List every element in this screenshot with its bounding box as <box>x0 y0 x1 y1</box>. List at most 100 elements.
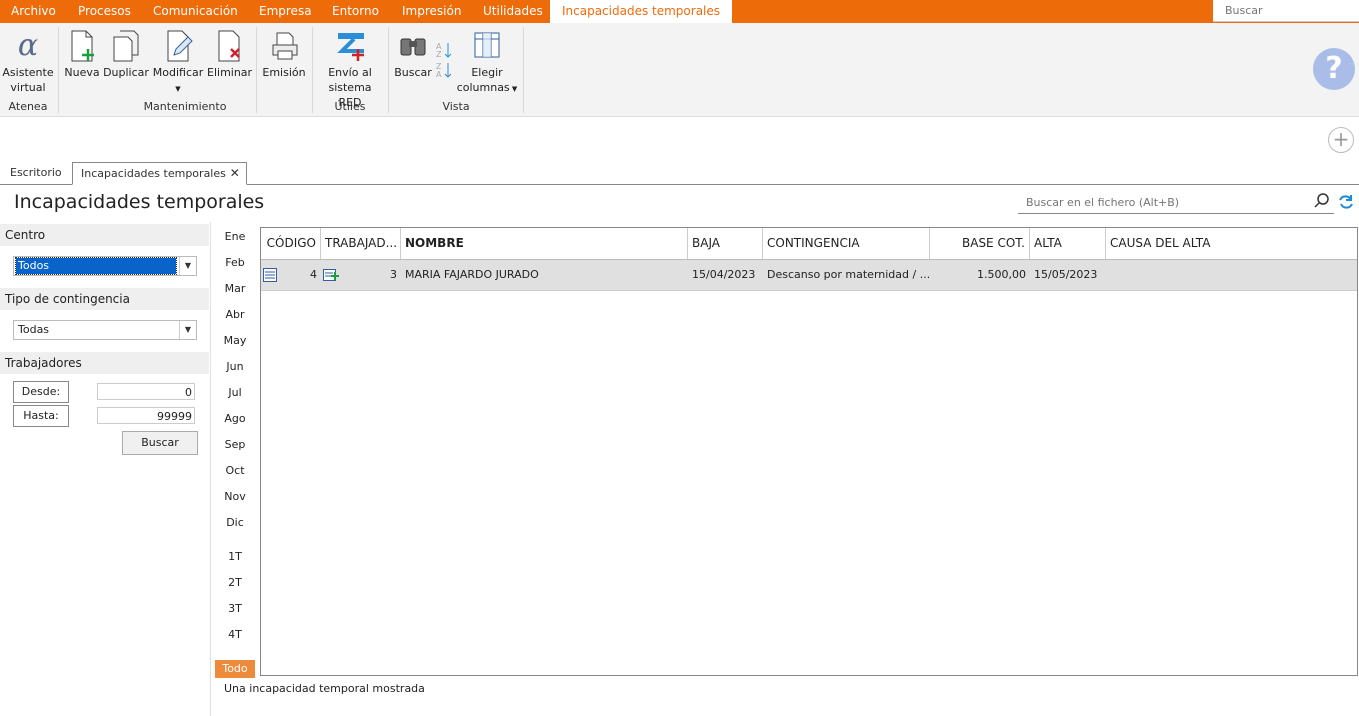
elegir-label-2: columnas <box>456 81 510 94</box>
col-contingencia[interactable]: CONTINGENCIA <box>763 228 930 259</box>
nueva-label: Nueva <box>64 66 100 79</box>
centro-value: Todos <box>15 257 177 275</box>
tab-incapacidades[interactable]: Incapacidades temporales ✕ <box>72 162 247 185</box>
close-icon[interactable]: ✕ <box>230 163 240 184</box>
sort-az-icon[interactable]: AZZA <box>434 39 454 79</box>
menu-procesos[interactable]: Procesos <box>78 0 131 23</box>
period-2t[interactable]: 2T <box>215 574 255 592</box>
period-may[interactable]: May <box>215 332 255 350</box>
data-grid: CÓDIGO TRABAJAD... NOMBRE BAJA CONTINGEN… <box>260 227 1358 676</box>
cell-baja: 15/04/2023 <box>692 268 756 281</box>
ribbon-separator <box>523 27 524 113</box>
period-ago[interactable]: Ago <box>215 410 255 428</box>
desde-label: Desde: <box>13 381 69 403</box>
buscar-ribbon-label: Buscar <box>394 66 432 79</box>
period-todo[interactable]: Todo <box>215 660 255 678</box>
refresh-icon[interactable] <box>1338 194 1354 210</box>
alpha-icon: α <box>17 28 39 63</box>
edit-document-icon <box>167 30 193 62</box>
help-icon[interactable]: ? <box>1313 48 1355 90</box>
eliminar-button[interactable]: Eliminar <box>207 29 252 80</box>
cell-base-cot: 1.500,00 <box>977 268 1026 281</box>
menu-utilidades[interactable]: Utilidades <box>483 0 543 23</box>
table-row[interactable]: 4 3 MARIA FAJARDO JURADO 15/04/2023 Desc… <box>261 260 1357 291</box>
svg-text:A: A <box>436 70 442 79</box>
elegir-columnas-button[interactable]: Elegir columnas ▼ <box>456 29 518 97</box>
period-mar[interactable]: Mar <box>215 280 255 298</box>
period-1t[interactable]: 1T <box>215 548 255 566</box>
file-search[interactable] <box>1018 191 1334 214</box>
period-oct[interactable]: Oct <box>215 462 255 480</box>
modificar-button[interactable]: Modificar ▼ <box>152 29 204 97</box>
col-alta[interactable]: ALTA <box>1030 228 1106 259</box>
global-search-input[interactable] <box>1223 0 1357 21</box>
duplicar-button[interactable]: Duplicar <box>103 29 149 80</box>
buscar-button[interactable]: Buscar <box>122 431 198 455</box>
trabajadores-header: Trabajadores <box>0 352 209 374</box>
menu-empresa[interactable]: Empresa <box>259 0 312 23</box>
group-mantenimiento: Mantenimiento <box>143 100 227 113</box>
columns-icon <box>474 32 500 58</box>
col-base-cot[interactable]: BASE COT. <box>930 228 1030 259</box>
nueva-button[interactable]: Nueva <box>64 29 100 80</box>
envio-label-1: Envío al <box>328 66 372 79</box>
group-utiles: Útiles <box>334 100 366 113</box>
binoculars-icon <box>400 38 426 56</box>
chevron-down-icon[interactable]: ▼ <box>179 321 196 339</box>
envio-sistema-red-button[interactable]: Envío al sistema RED <box>316 29 384 110</box>
contingencia-header: Tipo de contingencia <box>0 288 209 310</box>
buscar-ribbon-button[interactable]: Buscar <box>394 29 432 80</box>
period-sep[interactable]: Sep <box>215 436 255 454</box>
centro-select[interactable]: Todos ▼ <box>13 256 197 276</box>
cell-contingencia: Descanso por maternidad / ... <box>767 268 930 281</box>
cell-codigo: 4 <box>310 268 317 281</box>
global-search[interactable] <box>1213 0 1359 22</box>
contingencia-select[interactable]: Todas ▼ <box>13 320 197 340</box>
menu-bar: Archivo Procesos Comunicación Empresa En… <box>0 0 1359 23</box>
emision-label: Emisión <box>262 66 306 79</box>
period-nov[interactable]: Nov <box>215 488 255 506</box>
period-dic[interactable]: Dic <box>215 514 255 532</box>
col-causa-alta[interactable]: CAUSA DEL ALTA <box>1106 228 1357 259</box>
period-feb[interactable]: Feb <box>215 254 255 272</box>
period-4t[interactable]: 4T <box>215 626 255 644</box>
tab-escritorio[interactable]: Escritorio <box>2 162 70 183</box>
cell-nombre: MARIA FAJARDO JURADO <box>405 268 539 281</box>
col-baja[interactable]: BAJA <box>688 228 763 259</box>
modificar-label: Modificar <box>152 66 204 79</box>
menu-archivo[interactable]: Archivo <box>11 0 56 23</box>
hasta-input[interactable]: 99999 <box>97 407 195 424</box>
period-abr[interactable]: Abr <box>215 306 255 324</box>
menu-impresion[interactable]: Impresión <box>402 0 461 23</box>
elegir-label-1: Elegir <box>471 66 503 79</box>
menu-context-tab[interactable]: Incapacidades temporales <box>550 0 732 23</box>
period-jul[interactable]: Jul <box>215 384 255 402</box>
cell-causa-alta <box>1106 260 1357 290</box>
duplicate-icon <box>113 30 139 62</box>
desde-input[interactable]: 0 <box>97 383 195 400</box>
emision-button[interactable]: Emisión <box>262 29 306 80</box>
col-trabajador[interactable]: TRABAJAD... <box>321 228 401 259</box>
col-codigo[interactable]: CÓDIGO <box>261 228 321 259</box>
period-3t[interactable]: 3T <box>215 600 255 618</box>
search-icon[interactable] <box>1314 193 1330 209</box>
tab-strip: Escritorio Incapacidades temporales ✕ <box>0 160 1359 185</box>
add-tab-icon[interactable]: + <box>1328 127 1354 153</box>
elegir-dropdown-icon[interactable]: ▼ <box>510 85 517 93</box>
menu-comunicacion[interactable]: Comunicación <box>153 0 238 23</box>
period-jun[interactable]: Jun <box>215 358 255 376</box>
file-search-input[interactable] <box>1024 191 1308 213</box>
group-vista: Vista <box>442 100 470 113</box>
centro-header: Centro <box>0 224 209 246</box>
chevron-down-icon[interactable]: ▼ <box>179 257 196 275</box>
status-text: Una incapacidad temporal mostrada <box>224 682 425 695</box>
col-nombre[interactable]: NOMBRE <box>401 228 688 259</box>
modificar-dropdown-icon[interactable]: ▼ <box>175 85 180 93</box>
asistente-virtual-button[interactable]: α Asistente virtual <box>2 29 54 95</box>
ribbon-separator <box>388 27 389 113</box>
ribbon-separator <box>312 27 313 113</box>
page-title: Incapacidades temporales <box>14 191 265 213</box>
delete-document-icon <box>218 30 240 62</box>
period-ene[interactable]: Ene <box>215 228 255 246</box>
menu-entorno[interactable]: Entorno <box>332 0 379 23</box>
